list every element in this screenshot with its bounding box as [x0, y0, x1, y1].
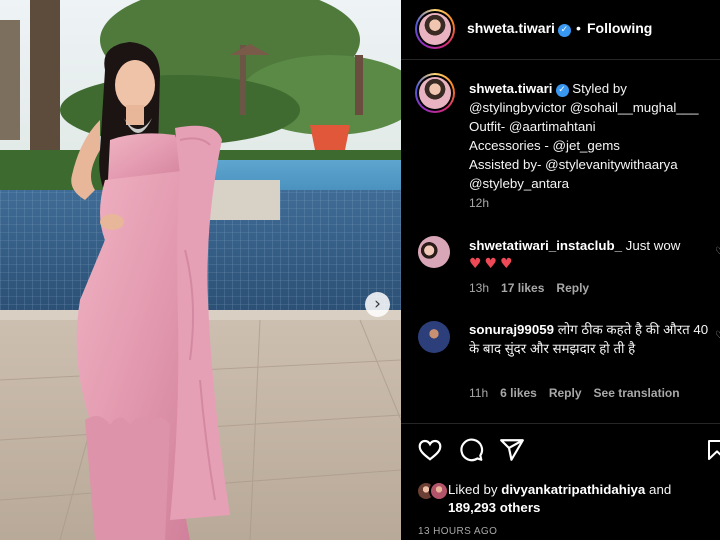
comment-2-username[interactable]: sonuraj99059 [469, 322, 554, 337]
comment-1-like-icon[interactable]: ♡ [715, 246, 720, 257]
caption-avatar[interactable] [415, 73, 455, 113]
comment-2-time[interactable]: 11h [469, 386, 488, 400]
comment-2-meta: 11h 6 likes Reply See translation [469, 386, 692, 400]
comment-1-avatar[interactable] [418, 236, 450, 268]
comment-1: shwetatiwari_instaclub_ Just wow [469, 236, 709, 255]
header-avatar[interactable] [415, 9, 455, 49]
post-side-panel: shweta.tiwari ✓ • Following shweta.tiwari… [401, 0, 720, 540]
caption-line-4: Accessories - @jet_gems [469, 138, 620, 153]
action-bar [401, 437, 720, 465]
header-username[interactable]: shweta.tiwari ✓ [467, 20, 571, 37]
header-divider [401, 59, 720, 60]
comment-1-text: Just wow [625, 238, 681, 253]
actions-divider [401, 423, 720, 424]
carousel-next-button[interactable]: › [365, 292, 390, 317]
comment-2-avatar[interactable] [418, 321, 450, 353]
comment-icon[interactable] [458, 437, 484, 463]
post-timestamp[interactable]: 13 HOURS AGO [418, 526, 497, 537]
comment-1-meta: 13h 17 likes Reply [469, 281, 601, 295]
comment-1-reply-button[interactable]: Reply [556, 281, 589, 295]
caption-username[interactable]: shweta.tiwari [469, 81, 553, 96]
comment-2-like-icon[interactable]: ♡ [715, 330, 720, 341]
liked-by-user-link[interactable]: divyankatripathidahiya [501, 482, 645, 497]
liked-by-text: Liked by divyankatripathidahiya and 189,… [448, 481, 718, 517]
header-username-link[interactable]: shweta.tiwari [467, 20, 555, 36]
verified-badge-icon: ✓ [557, 24, 571, 37]
comment-2-reply-button[interactable]: Reply [549, 386, 582, 400]
header-separator: • [576, 20, 581, 36]
liked-by-and: and [649, 482, 672, 497]
comment-1-time[interactable]: 13h [469, 281, 489, 295]
caption-line-1: Styled by [572, 81, 627, 96]
bookmark-icon[interactable] [705, 437, 720, 463]
likes-count-link[interactable]: 189,293 others [448, 500, 540, 515]
share-icon[interactable] [499, 437, 525, 463]
heart-icon[interactable] [417, 437, 443, 463]
comment-1-likes[interactable]: 17 likes [501, 281, 544, 295]
comment-2: sonuraj99059 लोग ठीक कहते है की औरत 40 क… [469, 320, 709, 358]
liked-by-avatar-2[interactable] [429, 481, 449, 501]
caption-line-6: @styleby_antara [469, 176, 569, 191]
caption-verified-badge-icon: ✓ [555, 84, 569, 97]
caption-timestamp[interactable]: 12h [469, 196, 489, 210]
following-button[interactable]: Following [587, 20, 652, 36]
comment-1-username[interactable]: shwetatiwari_instaclub_ [469, 238, 622, 253]
caption-line-2: @stylingbyvictor @sohail__mughal___ [469, 100, 699, 115]
caption-line-3: Outfit- @aartimahtani [469, 119, 596, 134]
post-photo[interactable]: › [0, 0, 401, 540]
comment-2-translate-button[interactable]: See translation [594, 386, 680, 400]
comment-2-likes[interactable]: 6 likes [500, 386, 537, 400]
post-caption: shweta.tiwari ✓ Styled by @stylingbyvicto… [469, 79, 714, 193]
liked-by-prefix: Liked by [448, 482, 498, 497]
post-image [0, 0, 401, 540]
caption-line-5: Assisted by- @stylevanitywithaarya [469, 157, 678, 172]
comment-1-hearts: ♥♥♥ [469, 256, 516, 272]
